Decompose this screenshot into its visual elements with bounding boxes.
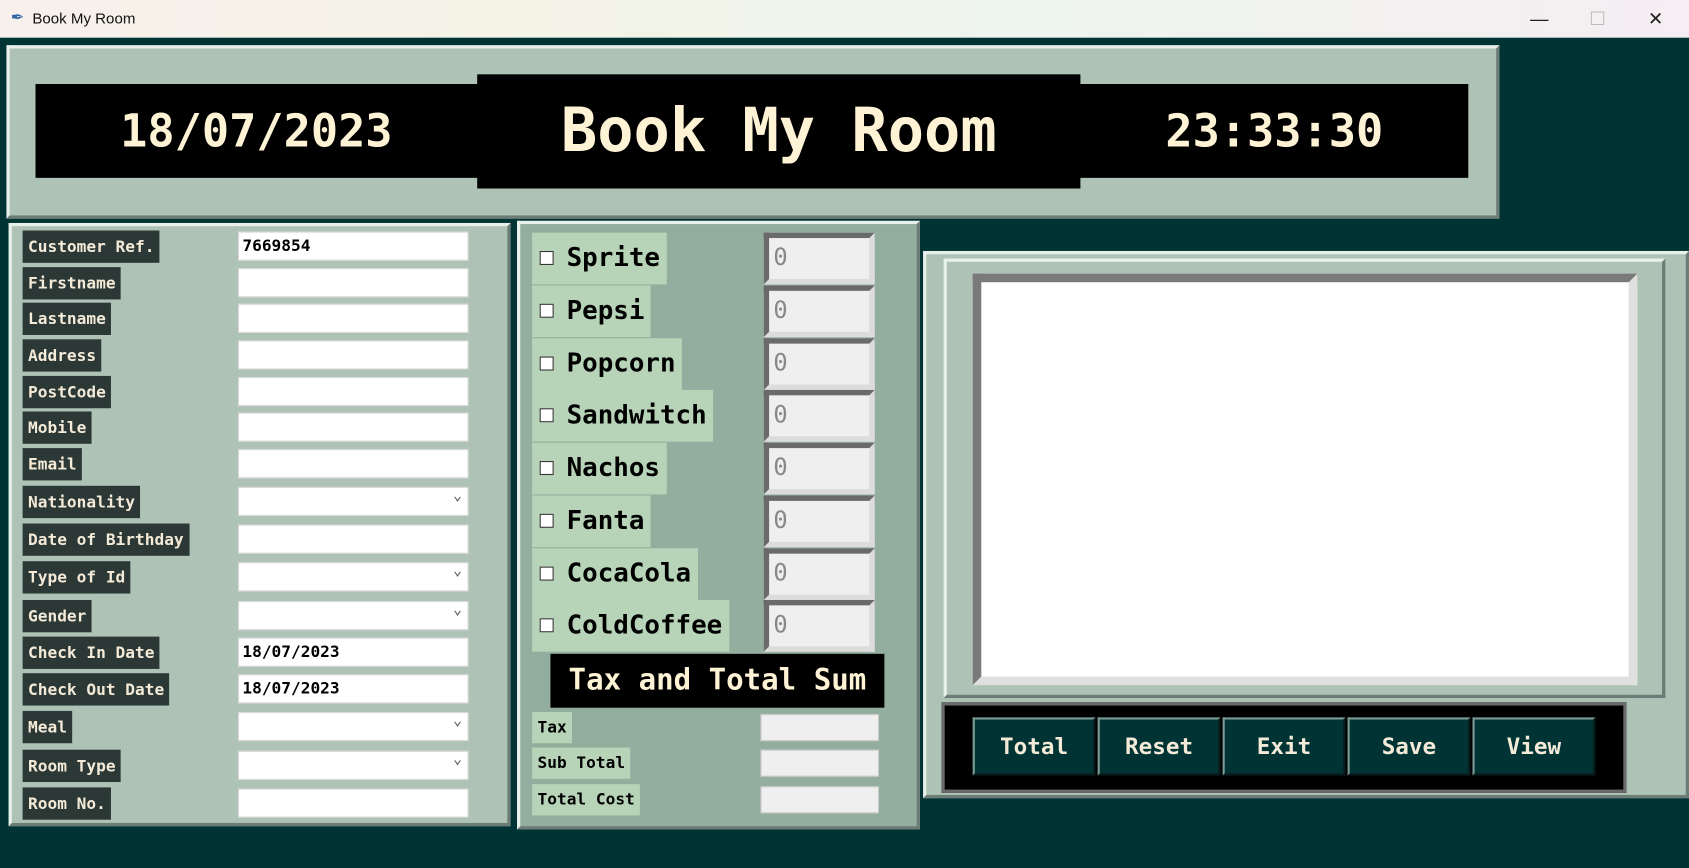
checkbox-icon[interactable] (539, 356, 554, 371)
email-input[interactable] (238, 449, 469, 479)
exit-button[interactable]: Exit (1222, 717, 1346, 776)
checkbox-cocacola[interactable]: CocaCola (532, 548, 698, 600)
save-button[interactable]: Save (1347, 717, 1471, 776)
close-icon[interactable]: ✕ (1627, 4, 1685, 34)
item-label: Nachos (566, 452, 660, 483)
tax-value (760, 714, 879, 742)
pepsi-qty-input[interactable]: 0 (763, 285, 875, 338)
check-out-date-label: Check Out Date (22, 673, 170, 706)
date-of-birthday-label: Date of Birthday (22, 523, 190, 556)
page-title: Book My Room (477, 74, 1081, 189)
gender-label: Gender (22, 599, 92, 633)
firstname-input[interactable] (238, 268, 469, 298)
room-no-input[interactable] (238, 788, 469, 818)
customer-ref-label: Customer Ref. (22, 230, 160, 263)
checkbox-sandwitch[interactable]: Sandwitch (532, 389, 714, 442)
window-title: Book My Room (32, 9, 136, 27)
checkbox-icon[interactable] (539, 513, 554, 528)
type-of-id-label: Type of Id (22, 561, 131, 594)
tax-label: Tax (532, 712, 573, 744)
view-button[interactable]: View (1472, 717, 1596, 776)
receipt-textarea[interactable] (972, 273, 1638, 686)
item-label: Fanta (566, 505, 645, 536)
checkbox-pepsi[interactable]: Pepsi (532, 285, 651, 338)
postcode-label: PostCode (22, 375, 112, 409)
total-button[interactable]: Total (972, 717, 1096, 776)
header-clock: 23:33:30 (1080, 84, 1469, 178)
check-in-date-label: Check In Date (22, 636, 160, 669)
header-date: 18/07/2023 (35, 84, 478, 178)
gender-combobox[interactable] (238, 597, 469, 631)
item-label: Pepsi (566, 295, 645, 326)
popcorn-qty-input[interactable]: 0 (763, 338, 875, 390)
checkbox-icon[interactable] (539, 408, 554, 423)
app-feather-icon: ✒ (10, 8, 25, 27)
room-type-combobox[interactable] (238, 746, 469, 780)
sub-total-value (760, 749, 879, 777)
sandwitch-qty-input[interactable]: 0 (763, 389, 875, 442)
mobile-label: Mobile (22, 411, 92, 444)
meal-label: Meal (22, 710, 73, 744)
nachos-qty-input[interactable]: 0 (763, 442, 875, 495)
checkbox-icon[interactable] (539, 461, 554, 476)
firstname-label: Firstname (22, 267, 121, 300)
checkbox-coldcoffee[interactable]: ColdCoffee (532, 599, 729, 652)
room-type-label: Room Type (22, 749, 121, 783)
coldcoffee-qty-input[interactable]: 0 (763, 599, 875, 652)
item-label: Popcorn (566, 347, 676, 379)
title-bar: ✒ Book My Room — ☐ ✕ (0, 0, 1689, 38)
sprite-qty-input[interactable]: 0 (763, 232, 875, 285)
checkbox-icon[interactable] (539, 566, 554, 581)
lastname-label: Lastname (22, 302, 112, 335)
checkbox-nachos[interactable]: Nachos (532, 442, 667, 495)
email-label: Email (22, 448, 83, 481)
sub-total-label: Sub Total (532, 747, 631, 779)
address-label: Address (22, 339, 102, 372)
checkbox-icon[interactable] (539, 618, 554, 633)
nationality-label: Nationality (22, 485, 141, 519)
checkbox-popcorn[interactable]: Popcorn (532, 338, 683, 390)
total-cost-value (760, 786, 879, 814)
item-label: Sandwitch (566, 399, 707, 430)
maximize-icon[interactable]: ☐ (1568, 4, 1626, 34)
item-label: Sprite (566, 242, 660, 273)
checkbox-icon[interactable] (539, 303, 554, 318)
minimize-icon[interactable]: — (1510, 4, 1568, 34)
checkbox-sprite[interactable]: Sprite (532, 232, 667, 285)
checkbox-fanta[interactable]: Fanta (532, 495, 651, 548)
tax-total-heading: Tax and Total Sum (550, 653, 885, 708)
item-label: ColdCoffee (566, 609, 723, 640)
reset-button[interactable]: Reset (1097, 717, 1221, 776)
lastname-input[interactable] (238, 303, 469, 333)
nationality-combobox[interactable] (238, 483, 469, 516)
date-of-birthday-input[interactable] (238, 524, 469, 554)
fanta-qty-input[interactable]: 0 (763, 495, 875, 548)
meal-combobox[interactable] (238, 708, 469, 742)
room-no-label: Room No. (22, 787, 112, 820)
postcode-input[interactable] (238, 377, 469, 407)
address-input[interactable] (238, 340, 469, 370)
check-out-date-input[interactable]: 18/07/2023 (238, 674, 469, 704)
total-cost-label: Total Cost (532, 784, 641, 816)
check-in-date-input[interactable]: 18/07/2023 (238, 637, 469, 667)
type-of-id-combobox[interactable] (238, 558, 469, 592)
checkbox-icon[interactable] (539, 250, 554, 265)
mobile-input[interactable] (238, 412, 469, 442)
cocacola-qty-input[interactable]: 0 (763, 548, 875, 600)
item-label: CocaCola (566, 557, 692, 589)
customer-ref-input[interactable]: 7669854 (238, 231, 469, 261)
